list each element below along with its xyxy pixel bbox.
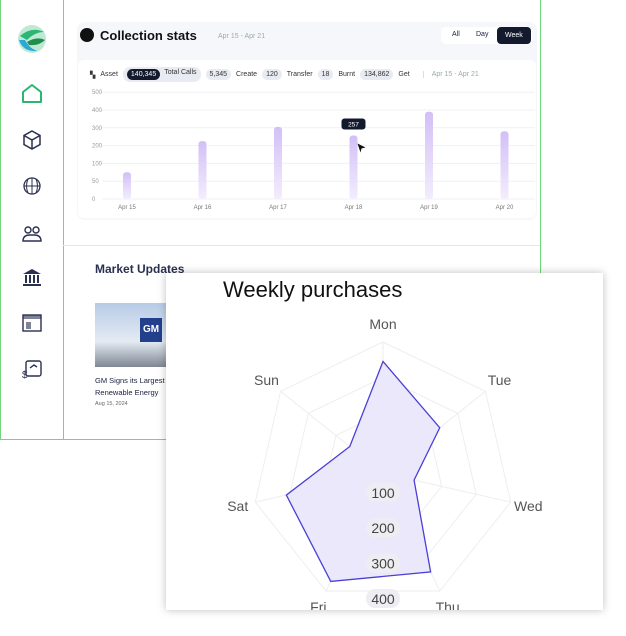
weekly-purchases-card: Weekly purchases Mon Tue Wed Thu Fri Sat Sun 10… (166, 273, 603, 610)
radar-tick-label: 100 (371, 485, 395, 501)
bar[interactable] (198, 141, 207, 199)
x-tick-label: Apr 20 (496, 205, 514, 211)
bar[interactable] (274, 126, 282, 199)
get-value: 134,862 (360, 69, 394, 80)
radar-category-label: Wed (514, 498, 543, 514)
collection-stats-title: Collection stats (100, 28, 197, 43)
tab-week[interactable]: Week (497, 27, 531, 44)
y-tick-label: 0 (92, 197, 96, 203)
x-tick-label: Apr 18 (345, 205, 363, 211)
transfer-value: 120 (262, 69, 282, 80)
x-tick-label: Apr 16 (194, 205, 212, 211)
news-image[interactable]: GM (95, 303, 170, 367)
bar[interactable] (349, 135, 358, 199)
radar-category-label: Thu (436, 599, 460, 610)
gm-logo: GM (140, 318, 162, 342)
radar-chart: Mon Tue Wed Thu Fri Sat Sun 100 200 300 400 (227, 316, 543, 610)
y-tick-label: 300 (92, 126, 103, 132)
x-tick-label: Apr 15 (118, 205, 136, 211)
bank-icon[interactable] (20, 266, 44, 290)
cursor-icon (357, 143, 366, 153)
y-tick-label: 500 (92, 90, 103, 96)
sidebar: $ (1, 0, 64, 440)
burnt-label: Burnt (338, 71, 356, 78)
bar[interactable] (500, 131, 509, 199)
tab-day[interactable]: Day (470, 30, 494, 39)
news-date: Aug 15, 2024 (95, 401, 128, 407)
bar-chart: 0 50 100 200 300 400 500 Apr 15 Apr 16 Apr 17 Apr … (92, 90, 535, 211)
tab-all[interactable]: All (446, 30, 466, 39)
bar[interactable] (123, 172, 131, 199)
radar-tick-label: 400 (371, 591, 395, 607)
radar-tick-label: 200 (371, 520, 395, 536)
news-title[interactable]: GM Signs its Largest Renewable Energy De (95, 375, 167, 399)
y-tick-label: 200 (92, 144, 103, 150)
users-icon[interactable] (20, 222, 44, 246)
date-range-2: Apr 15 - Apr 21 (422, 71, 479, 78)
date-range: Apr 15 - Apr 21 (218, 33, 266, 40)
create-value: 5,345 (205, 69, 232, 80)
radar-category-label: Sun (254, 372, 279, 388)
divider (63, 245, 540, 246)
x-tick-label: Apr 17 (269, 205, 287, 211)
radar-category-label: Sat (227, 498, 248, 514)
radar-category-label: Fri (310, 599, 326, 610)
globe-icon[interactable] (20, 175, 44, 199)
storefront-icon[interactable] (20, 311, 44, 335)
total-calls-label: Total Calls (164, 69, 197, 76)
bar[interactable] (425, 111, 433, 199)
radar-category-label: Mon (369, 316, 396, 332)
svg-text:$: $ (22, 370, 28, 381)
clock-icon (80, 28, 94, 42)
asset-label: Asset (100, 71, 118, 78)
y-tick-label: 100 (92, 161, 103, 167)
transfer-label: Transfer (286, 71, 313, 78)
exchange-icon[interactable]: $ (20, 357, 44, 381)
get-label: Get (398, 71, 410, 78)
create-label: Create (236, 71, 258, 78)
home-icon[interactable] (20, 82, 44, 106)
y-tick-label: 400 (92, 108, 103, 114)
logo-icon (18, 25, 46, 53)
cube-icon[interactable] (20, 128, 44, 152)
radar-series[interactable] (285, 360, 441, 583)
period-tabs: All Day Week (441, 27, 532, 44)
stats-row: ▚ Asset 140,345 Total Calls 5,345 Create 1… (90, 67, 479, 82)
radar-tick-label: 300 (371, 556, 395, 572)
radar-category-label: Tue (488, 372, 512, 388)
y-tick-label: 50 (92, 179, 99, 185)
x-tick-label: Apr 19 (420, 205, 438, 211)
total-calls-value: 140,345 (126, 69, 161, 80)
asset-icon: ▚ (90, 71, 96, 79)
burnt-value: 18 (317, 69, 334, 80)
tooltip-value: 257 (348, 121, 359, 128)
